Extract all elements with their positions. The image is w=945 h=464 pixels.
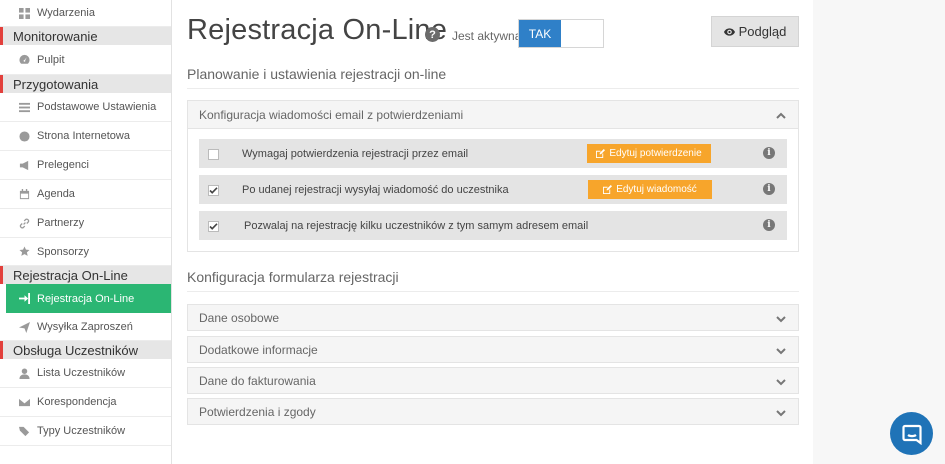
toggle-on-value: TAK xyxy=(519,20,561,47)
planning-heading: Planowanie i ustawienia rejestracji on-l… xyxy=(187,66,447,82)
sidebar-item-typy-uczestnikow[interactable]: Typy Uczestników xyxy=(0,417,171,446)
sidebar-item-label: Partnerzy xyxy=(37,217,85,229)
info-icon[interactable]: i xyxy=(763,219,775,231)
sidebar-item-partnerzy[interactable]: Partnerzy xyxy=(0,209,171,238)
sidebar-section-label: Obsługa Uczestników xyxy=(13,342,138,358)
divider xyxy=(187,88,799,89)
email-option-row: Wymagaj potwierdzenia rejestracji przez … xyxy=(199,139,787,168)
accordion-dodatkowe-informacje[interactable]: Dodatkowe informacje xyxy=(187,336,799,363)
edit-confirmation-button[interactable]: Edytuj potwierdzenie xyxy=(587,144,711,163)
globe-icon xyxy=(18,130,30,142)
sidebar-item-label: Sponsorzy xyxy=(37,245,89,258)
sidebar-section-label: Rejestracja On-Line xyxy=(13,267,128,283)
tags-icon xyxy=(18,425,30,437)
edit-button-label: Edytuj wiadomość xyxy=(616,184,697,195)
sidebar-section-label: Monitorowanie xyxy=(13,28,98,44)
page-title: Rejestracja On-Line xyxy=(187,14,448,46)
active-label: Jest aktywna xyxy=(452,29,522,43)
sidebar-item-label: Wysyłka Zaproszeń xyxy=(37,321,133,333)
main-content: Rejestracja On-Line ? Jest aktywna TAK P… xyxy=(173,0,813,464)
list-icon xyxy=(18,101,30,113)
sidebar-item-pulpit[interactable]: Pulpit xyxy=(0,45,171,75)
option-label: Wymagaj potwierdzenia rejestracji przez … xyxy=(242,148,469,160)
divider xyxy=(187,291,799,292)
sidebar-section-przygotowania: Przygotowania xyxy=(0,75,171,93)
email-option-row: Pozwalaj na rejestrację kilku uczestnikó… xyxy=(199,211,787,240)
form-config-heading: Konfiguracja formularza rejestracji xyxy=(187,269,399,285)
sidebar-item-strona-internetowa[interactable]: Strona Internetowa xyxy=(0,122,171,151)
megaphone-icon xyxy=(18,159,30,171)
accordion-dane-do-fakturowania[interactable]: Dane do fakturowania xyxy=(187,367,799,394)
chevron-up-icon[interactable] xyxy=(776,110,786,120)
sidebar-section-obsluga: Obsługa Uczestników xyxy=(0,341,171,359)
link-icon xyxy=(18,217,30,229)
accordion-label: Dane do fakturowania xyxy=(199,373,316,388)
chevron-down-icon[interactable] xyxy=(776,407,786,417)
sidebar-item-label: Agenda xyxy=(37,188,75,200)
sidebar-item-label: Typy Uczestników xyxy=(37,425,126,437)
email-config-header[interactable]: Konfiguracja wiadomości email z potwierd… xyxy=(188,101,798,129)
eye-icon xyxy=(723,27,735,36)
email-config-title: Konfiguracja wiadomości email z potwierd… xyxy=(199,107,464,122)
sidebar-item-korespondencja[interactable]: Korespondencja xyxy=(0,388,171,417)
option-label: Po udanej rejestracji wysyłaj wiadomość … xyxy=(242,184,509,196)
question-icon[interactable]: ? xyxy=(425,27,440,42)
accordion-label: Dodatkowe informacje xyxy=(199,342,318,357)
right-background xyxy=(813,0,945,464)
chevron-down-icon[interactable] xyxy=(776,313,786,323)
edit-button-label: Edytuj potwierdzenie xyxy=(609,148,702,159)
sidebar-item-label: Wydarzenia xyxy=(37,7,95,19)
send-message-checkbox[interactable] xyxy=(208,185,219,196)
sidebar-item-label: Podstawowe Ustawienia xyxy=(37,101,157,113)
edit-icon xyxy=(596,149,606,158)
sidebar-item-podstawowe-ustawienia[interactable]: Podstawowe Ustawienia xyxy=(0,93,171,122)
sign-in-icon xyxy=(18,293,30,305)
envelope-icon xyxy=(18,396,30,408)
option-label: Pozwalaj na rejestrację kilku uczestnikó… xyxy=(244,220,589,232)
accordion-dane-osobowe[interactable]: Dane osobowe xyxy=(187,304,799,331)
sidebar-item-wysylka-zaproszen[interactable]: Wysyłka Zaproszeń xyxy=(0,314,171,341)
preview-button[interactable]: Podgląd xyxy=(711,16,799,47)
edit-icon xyxy=(603,185,613,194)
require-confirmation-checkbox[interactable] xyxy=(208,149,219,160)
sidebar-item-sponsorzy[interactable]: Sponsorzy xyxy=(0,238,171,266)
email-config-panel: Konfiguracja wiadomości email z potwierd… xyxy=(187,100,799,252)
chat-launcher-button[interactable] xyxy=(890,412,933,455)
sidebar-item-rejestracja-on-line[interactable]: Rejestracja On-Line xyxy=(6,284,171,313)
calendar-icon xyxy=(18,188,30,200)
dashboard-icon xyxy=(18,7,30,19)
allow-multiple-checkbox[interactable] xyxy=(208,221,219,232)
sidebar-item-label: Pulpit xyxy=(37,53,65,66)
edit-message-button[interactable]: Edytuj wiadomość xyxy=(588,180,712,199)
sidebar-section-rejestracja: Rejestracja On-Line xyxy=(0,266,171,284)
user-icon xyxy=(18,367,30,379)
chevron-down-icon[interactable] xyxy=(776,345,786,355)
accordion-label: Dane osobowe xyxy=(199,310,280,325)
preview-button-label: Podgląd xyxy=(738,24,787,39)
send-icon xyxy=(18,321,30,333)
sidebar-item-label: Strona Internetowa xyxy=(37,130,130,142)
accordion-potwierdzenia-i-zgody[interactable]: Potwierdzenia i zgody xyxy=(187,398,799,425)
sidebar-section-label: Przygotowania xyxy=(13,76,99,92)
sidebar-item-label: Lista Uczestników xyxy=(37,367,126,379)
chevron-down-icon[interactable] xyxy=(776,376,786,386)
sidebar: Wydarzenia Monitorowanie Pulpit Przygoto… xyxy=(0,0,172,464)
active-toggle[interactable]: TAK xyxy=(518,19,604,48)
sidebar-item-label: Rejestracja On-Line xyxy=(37,292,135,305)
sidebar-item-label: Korespondencja xyxy=(37,396,117,408)
star-icon xyxy=(18,246,30,258)
info-icon[interactable]: i xyxy=(763,183,775,195)
sidebar-item-label: Prelegenci xyxy=(37,159,89,171)
sidebar-item-wydarzenia[interactable]: Wydarzenia xyxy=(0,0,171,27)
sidebar-section-monitorowanie: Monitorowanie xyxy=(0,27,171,45)
sidebar-item-agenda[interactable]: Agenda xyxy=(0,180,171,209)
accordion-label: Potwierdzenia i zgody xyxy=(199,404,316,419)
info-icon[interactable]: i xyxy=(763,147,775,159)
chat-icon xyxy=(901,424,922,445)
gauge-icon xyxy=(18,54,30,66)
sidebar-item-lista-uczestnikow[interactable]: Lista Uczestników xyxy=(0,359,171,388)
email-option-row: Po udanej rejestracji wysyłaj wiadomość … xyxy=(199,175,787,204)
sidebar-item-prelegenci[interactable]: Prelegenci xyxy=(0,151,171,180)
